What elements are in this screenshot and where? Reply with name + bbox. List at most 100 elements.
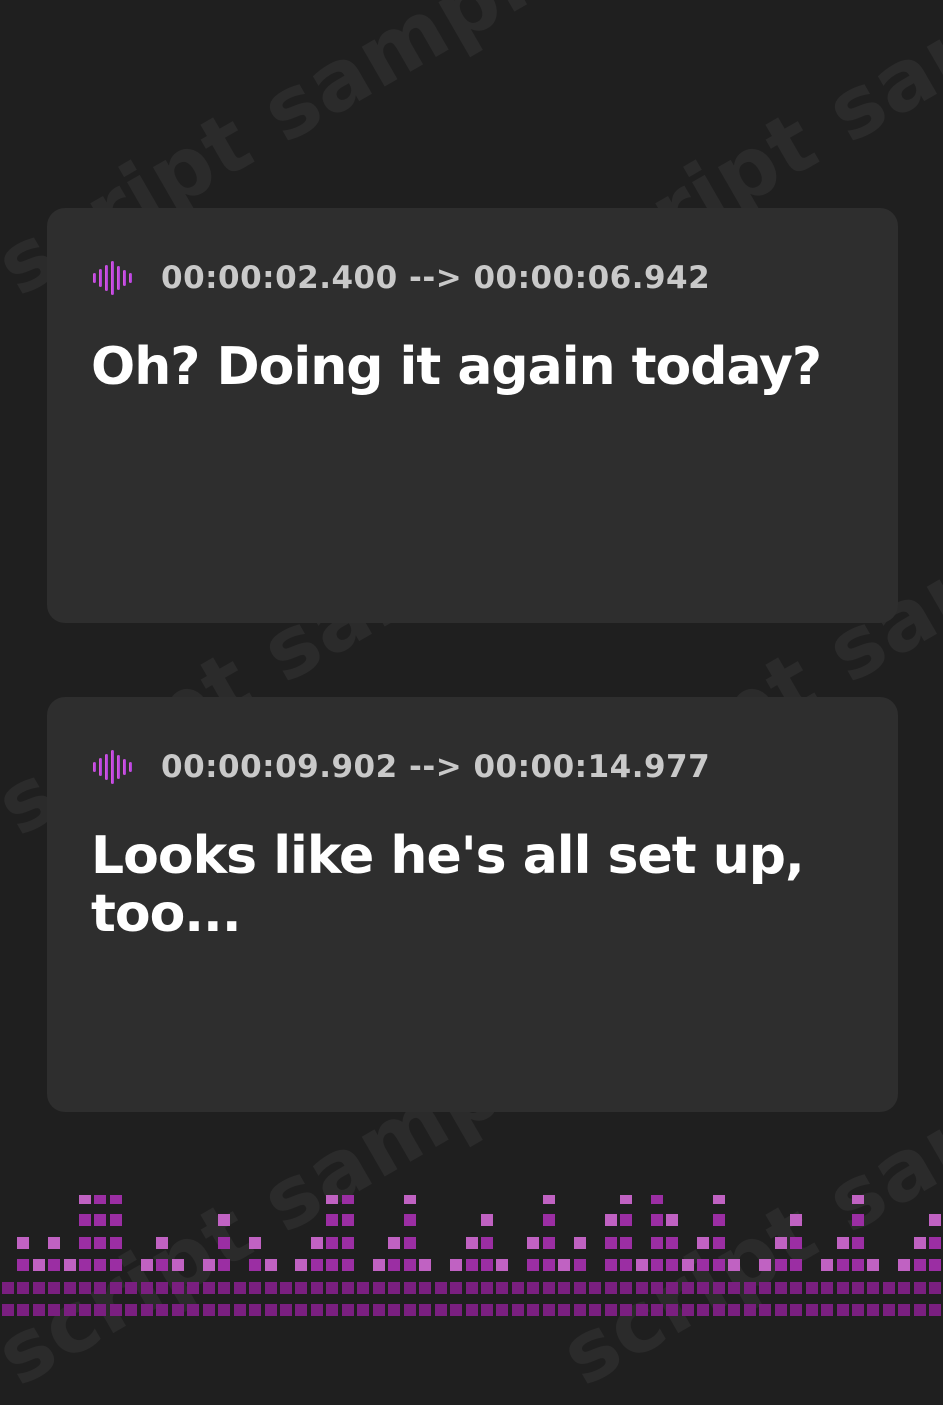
equalizer-cell	[404, 1259, 416, 1271]
equalizer-cell	[666, 1237, 678, 1249]
equalizer-cell	[929, 1259, 941, 1271]
equalizer-cell	[234, 1282, 246, 1294]
equalizer-cell	[435, 1282, 447, 1294]
equalizer-cell	[326, 1259, 338, 1271]
equalizer-cell	[620, 1195, 632, 1204]
equalizer-cell	[2, 1282, 14, 1294]
equalizer-cell	[33, 1282, 45, 1294]
equalizer-cell	[435, 1304, 447, 1316]
equalizer-cell	[342, 1237, 354, 1249]
equalizer-cell	[790, 1304, 802, 1316]
equalizer-cell	[17, 1282, 29, 1294]
equalizer-cell	[543, 1259, 555, 1271]
equalizer-cell	[543, 1282, 555, 1294]
equalizer-cell	[466, 1282, 478, 1294]
equalizer-cell	[744, 1304, 756, 1316]
equalizer-cell	[713, 1214, 725, 1226]
equalizer-cell	[806, 1304, 818, 1316]
equalizer-cell	[837, 1259, 849, 1271]
equalizer-cell	[125, 1282, 137, 1294]
equalizer-cell	[156, 1259, 168, 1271]
equalizer-cell	[218, 1282, 230, 1294]
equalizer-cell	[156, 1304, 168, 1316]
cue-text: Looks like he's all set up, too...	[91, 826, 805, 944]
equalizer-cell	[605, 1259, 617, 1271]
audio-wave-icon	[93, 750, 132, 784]
equalizer-cell	[156, 1282, 168, 1294]
equalizer-cell	[713, 1259, 725, 1271]
equalizer-cell	[837, 1304, 849, 1316]
equalizer-cell	[156, 1237, 168, 1249]
equalizer-cell	[64, 1304, 76, 1316]
equalizer-cell	[110, 1282, 122, 1294]
equalizer-cell	[852, 1214, 864, 1226]
equalizer-cell	[558, 1282, 570, 1294]
equalizer-cell	[636, 1304, 648, 1316]
equalizer-cell	[651, 1259, 663, 1271]
equalizer-cell	[574, 1237, 586, 1249]
equalizer-cell	[620, 1259, 632, 1271]
equalizer-cell	[713, 1237, 725, 1249]
equalizer-cell	[697, 1282, 709, 1294]
cue-text: Oh? Doing it again today?	[91, 337, 822, 397]
equalizer-cell	[713, 1195, 725, 1204]
equalizer-cell	[775, 1282, 787, 1294]
equalizer-cell	[558, 1259, 570, 1271]
equalizer-cell	[914, 1304, 926, 1316]
equalizer-cell	[543, 1214, 555, 1226]
equalizer-cell	[496, 1259, 508, 1271]
equalizer-cell	[94, 1259, 106, 1271]
equalizer-cell	[172, 1304, 184, 1316]
equalizer-cell	[558, 1304, 570, 1316]
equalizer-cell	[249, 1237, 261, 1249]
equalizer-cell	[125, 1304, 137, 1316]
equalizer-cell	[898, 1259, 910, 1271]
equalizer-cell	[666, 1259, 678, 1271]
equalizer-cell	[589, 1304, 601, 1316]
equalizer-cell	[79, 1214, 91, 1226]
equalizer-cell	[280, 1304, 292, 1316]
subtitle-cue-card[interactable]: 00:00:02.400 --> 00:00:06.942 Oh? Doing …	[47, 208, 898, 623]
equalizer-cell	[326, 1237, 338, 1249]
equalizer-cell	[249, 1304, 261, 1316]
equalizer-cell	[141, 1259, 153, 1271]
equalizer-cell	[682, 1282, 694, 1294]
equalizer-cell	[187, 1304, 199, 1316]
equalizer-cell	[342, 1282, 354, 1294]
equalizer-cell	[620, 1214, 632, 1226]
equalizer-cell	[110, 1195, 122, 1204]
equalizer-cell	[265, 1259, 277, 1271]
equalizer-cell	[605, 1282, 617, 1294]
equalizer-cell	[218, 1259, 230, 1271]
equalizer-cell	[914, 1237, 926, 1249]
equalizer-cell	[48, 1237, 60, 1249]
equalizer-cell	[466, 1259, 478, 1271]
equalizer-cell	[404, 1237, 416, 1249]
equalizer-cell	[311, 1259, 323, 1271]
audio-wave-icon	[93, 261, 132, 295]
equalizer-cell	[404, 1214, 416, 1226]
equalizer-cell	[373, 1282, 385, 1294]
equalizer-cell	[651, 1304, 663, 1316]
equalizer-cell	[218, 1304, 230, 1316]
equalizer-cell	[821, 1259, 833, 1271]
equalizer-cell	[666, 1282, 678, 1294]
equalizer-cell	[419, 1259, 431, 1271]
equalizer-cell	[527, 1259, 539, 1271]
equalizer-cell	[790, 1282, 802, 1294]
subtitle-cue-card[interactable]: 00:00:09.902 --> 00:00:14.977 Looks like…	[47, 697, 898, 1112]
equalizer-cell	[311, 1282, 323, 1294]
equalizer-cell	[141, 1282, 153, 1294]
equalizer-cell	[311, 1237, 323, 1249]
equalizer-cell	[697, 1259, 709, 1271]
equalizer-cell	[914, 1259, 926, 1271]
equalizer-cell	[697, 1237, 709, 1249]
equalizer-cell	[481, 1214, 493, 1226]
equalizer-cell	[342, 1259, 354, 1271]
equalizer-cell	[79, 1259, 91, 1271]
equalizer-cell	[512, 1282, 524, 1294]
equalizer-cell	[94, 1282, 106, 1294]
equalizer-cell	[543, 1304, 555, 1316]
equalizer-cell	[852, 1195, 864, 1204]
equalizer-cell	[48, 1304, 60, 1316]
